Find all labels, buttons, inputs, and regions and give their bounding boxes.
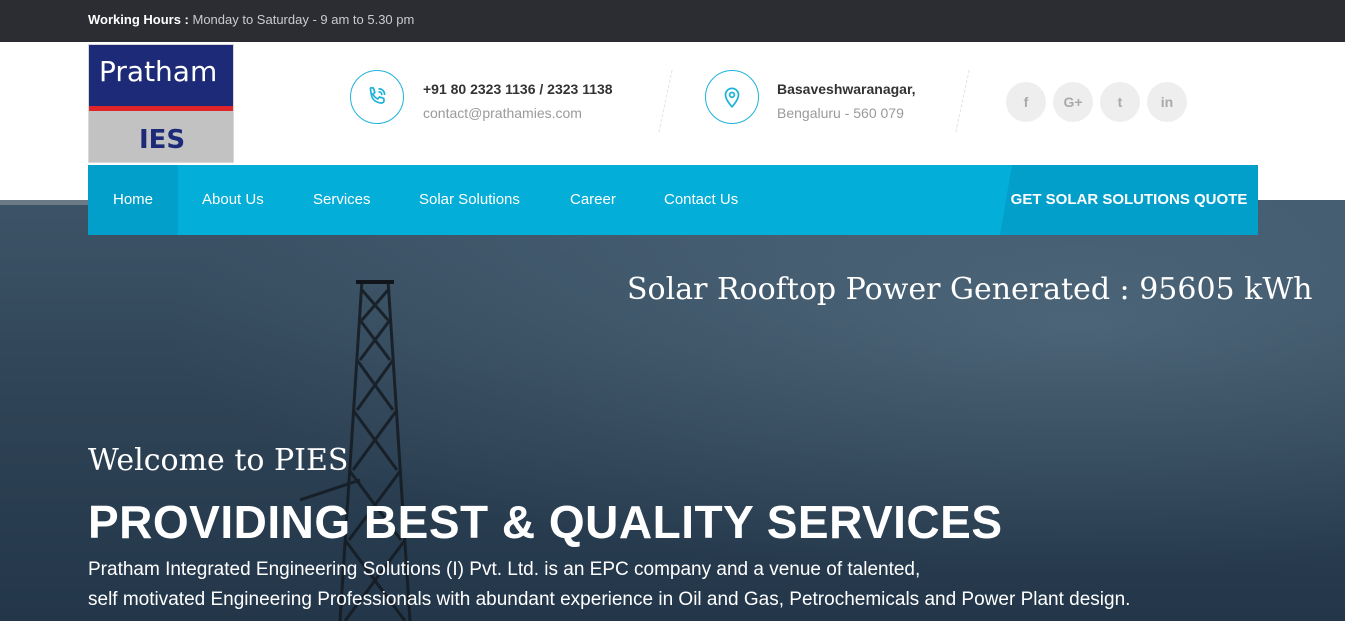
hero-banner: Solar Rooftop Power Generated : 95605 kW…	[0, 200, 1345, 621]
header-divider	[658, 70, 673, 132]
get-quote-button[interactable]: GET SOLAR SOLUTIONS QUOTE	[1000, 165, 1258, 235]
address-line1: Basaveshwaranagar,	[777, 81, 916, 97]
hero-description-line2: self motivated Engineering Professionals…	[88, 589, 1131, 610]
welcome-heading: Welcome to PIES	[88, 443, 349, 478]
hero-description-line1: Pratham Integrated Engineering Solutions…	[88, 559, 921, 580]
linkedin-icon[interactable]: in	[1147, 82, 1187, 122]
nav-item-solar-solutions[interactable]: Solar Solutions	[419, 165, 520, 235]
logo-line2: IES	[139, 125, 186, 155]
map-pin-icon	[705, 70, 759, 124]
nav-item-about-us[interactable]: About Us	[202, 165, 264, 235]
working-hours-label: Working Hours :	[88, 12, 189, 27]
nav-item-career[interactable]: Career	[570, 165, 616, 235]
logo[interactable]: Pratham IES	[88, 44, 234, 163]
nav-item-services[interactable]: Services	[313, 165, 371, 235]
phone-number[interactable]: +91 80 2323 1136 / 2323 1138	[423, 81, 613, 97]
main-nav: Home About Us Services Solar Solutions C…	[88, 165, 1258, 235]
solar-power-counter: Solar Rooftop Power Generated : 95605 kW…	[627, 272, 1313, 307]
phone-icon	[350, 70, 404, 124]
twitter-icon[interactable]: t	[1100, 82, 1140, 122]
logo-line1: Pratham	[99, 55, 218, 88]
hero-headline: PROVIDING BEST & QUALITY SERVICES	[88, 496, 1003, 548]
working-hours-value: Monday to Saturday - 9 am to 5.30 pm	[188, 12, 415, 27]
working-hours: Working Hours : Monday to Saturday - 9 a…	[88, 12, 414, 27]
nav-item-contact-us[interactable]: Contact Us	[664, 165, 738, 235]
header-divider	[955, 70, 970, 132]
top-bar: Working Hours : Monday to Saturday - 9 a…	[0, 0, 1345, 42]
email-address[interactable]: contact@prathamies.com	[423, 105, 582, 121]
google-plus-icon[interactable]: G+	[1053, 82, 1093, 122]
address-line2: Bengaluru - 560 079	[777, 105, 904, 121]
facebook-icon[interactable]: f	[1006, 82, 1046, 122]
nav-item-home[interactable]: Home	[88, 165, 178, 235]
